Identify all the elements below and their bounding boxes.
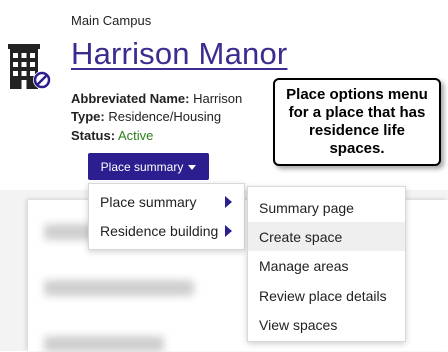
menu-item-label: Residence building [100,222,219,239]
submenu-item-label: Manage areas [259,257,349,274]
submenu-item-view-spaces[interactable]: View spaces [248,310,405,339]
campus-label: Main Campus [71,13,152,28]
abbreviated-name-label: Abbreviated Name: [71,91,190,106]
place-summary-submenu: Summary page Create space Manage areas R… [247,186,406,342]
callout-note: Place options menu for a place that has … [273,78,441,166]
submenu-item-label: View spaces [259,316,338,333]
submenu-item-manage-areas[interactable]: Manage areas [248,251,405,280]
abbreviated-name-value: Harrison [193,91,243,106]
place-summary-button-label: Place summary [100,159,184,174]
callout-text: Place options menu for a place that has … [286,86,428,157]
type-value: Residence/Housing [108,109,222,124]
caret-down-icon [188,164,197,170]
place-title-link[interactable]: Harrison Manor [71,36,287,72]
submenu-item-create-space[interactable]: Create space [248,222,405,251]
submenu-item-label: Review place details [259,287,387,304]
place-options-menu: Place summary Residence building [88,183,245,250]
submenu-item-label: Summary page [259,199,354,216]
status-value: Active [117,128,154,143]
status-label: Status: [71,128,116,143]
caret-right-icon [225,225,232,237]
submenu-item-summary-page[interactable]: Summary page [248,193,405,222]
blurred-text [44,336,164,352]
type-label: Type: [71,109,105,124]
blurred-category [44,280,194,296]
menu-item-residence-building[interactable]: Residence building [89,216,244,245]
type-row: Type: Residence/Housing [71,109,221,124]
place-summary-button[interactable]: Place summary [88,153,209,180]
submenu-item-label: Create space [259,228,343,245]
menu-item-label: Place summary [100,193,197,210]
abbreviated-name-row: Abbreviated Name: Harrison [71,91,242,106]
caret-right-icon [225,196,232,208]
menu-item-place-summary[interactable]: Place summary [89,187,244,216]
submenu-item-review-place-details[interactable]: Review place details [248,281,405,310]
building-no-icon [6,42,54,92]
status-row: Status: Active [71,128,153,143]
